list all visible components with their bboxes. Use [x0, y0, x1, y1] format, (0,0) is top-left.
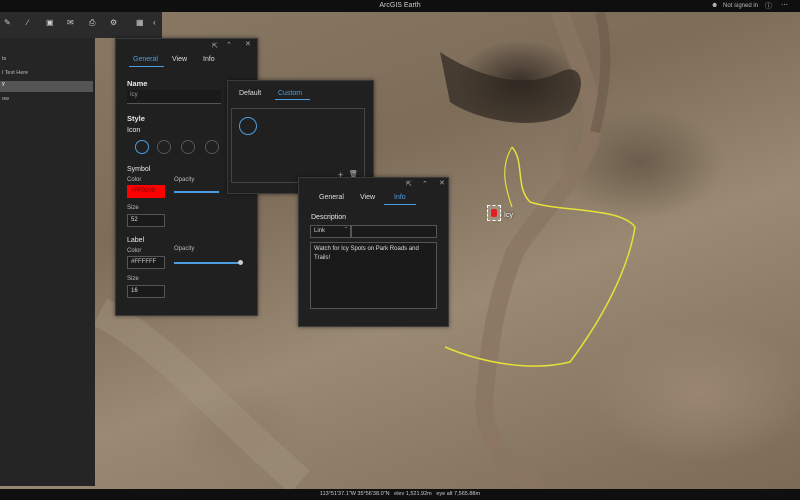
- toolbar: ✎ ∕ ▣ ✉ ⎙ ⚙ ▦ ‹: [0, 12, 162, 38]
- mail-icon[interactable]: ✉: [67, 18, 74, 27]
- icon-option-1[interactable]: [135, 140, 149, 154]
- icon-option-2[interactable]: [157, 140, 171, 154]
- custom-icon-grid: + 🗑: [231, 108, 365, 183]
- custom-icon-selected[interactable]: [239, 117, 257, 135]
- icy-icon: [491, 209, 497, 217]
- user-icon[interactable]: ☻: [711, 2, 718, 9]
- coordinates-readout: 113°51'37.1"W 35°56'38.0"N elev 1,521.92…: [319, 491, 481, 497]
- tab-general[interactable]: General: [319, 194, 344, 201]
- label-opacity-label: Opacity: [174, 246, 195, 252]
- restore-icon[interactable]: ⇱: [212, 42, 218, 50]
- label-color-field[interactable]: #FFFFFF: [127, 256, 165, 269]
- chevron-down-icon: ˇ: [345, 228, 347, 234]
- symbol-opacity-slider[interactable]: [174, 191, 219, 193]
- tab-info[interactable]: Info: [203, 56, 215, 63]
- sidebar-item-4[interactable]: ow: [0, 96, 93, 102]
- sign-in-status[interactable]: Not signed in: [723, 3, 758, 9]
- close-icon[interactable]: ✕: [245, 40, 251, 48]
- help-icon[interactable]: ⓘ: [765, 1, 772, 11]
- symbol-size-stepper[interactable]: 52: [127, 214, 165, 227]
- ruler-icon[interactable]: ∕: [27, 18, 28, 27]
- pencil-icon[interactable]: ✎: [4, 18, 11, 27]
- description-label: Description: [311, 214, 347, 221]
- tab-view[interactable]: View: [172, 56, 187, 63]
- active-tab-indicator: [384, 204, 416, 205]
- menu-icon[interactable]: ⋯: [781, 1, 788, 9]
- format-select-value: Link: [314, 228, 326, 234]
- symbol-size-label: Size: [127, 205, 139, 211]
- style-label: Style: [127, 114, 145, 123]
- icon-option-3[interactable]: [181, 140, 195, 154]
- label-section-title: Label: [127, 237, 145, 244]
- tab-default[interactable]: Default: [239, 90, 261, 97]
- info-panel: ⇱ ⌃ ✕ General View Info Description Link…: [298, 177, 449, 327]
- collapse-icon[interactable]: ⌃: [226, 41, 232, 49]
- name-label: Name: [127, 79, 148, 88]
- app-title: ArcGIS Earth: [379, 2, 421, 9]
- title-bar: ArcGIS Earth ☻ Not signed in ⓘ ⋯: [0, 0, 800, 12]
- collapse-icon[interactable]: ⌃: [422, 180, 428, 188]
- placemark-label: Icy: [504, 212, 513, 219]
- symbol-label: Symbol: [127, 166, 151, 173]
- tab-custom[interactable]: Custom: [278, 90, 302, 97]
- tab-view[interactable]: View: [360, 194, 375, 201]
- status-bar: 113°51'37.1"W 35°56'38.0"N elev 1,521.92…: [0, 489, 800, 500]
- sidebar-item-2[interactable]: l Text Here: [0, 70, 93, 76]
- format-select[interactable]: Link ˇ: [310, 225, 351, 238]
- sidebar-item-1[interactable]: ts: [0, 56, 93, 62]
- symbol-color-label: Color: [127, 177, 142, 183]
- print-icon[interactable]: ⎙: [89, 18, 95, 28]
- sidebar-item-3[interactable]: y: [0, 81, 93, 92]
- name-field[interactable]: Icy: [127, 90, 221, 104]
- active-tab-indicator: [129, 66, 164, 67]
- label-size-stepper[interactable]: 16: [127, 285, 165, 298]
- symbol-opacity-label: Opacity: [174, 177, 195, 183]
- label-size-label: Size: [127, 276, 139, 282]
- grid-icon[interactable]: ▦: [136, 18, 144, 27]
- tab-general[interactable]: General: [133, 56, 158, 63]
- label-opacity-thumb[interactable]: [238, 260, 243, 265]
- restore-icon[interactable]: ⇱: [406, 180, 412, 188]
- symbol-color-swatch[interactable]: #FF0000: [127, 185, 165, 198]
- label-color-label: Color: [127, 248, 142, 254]
- close-icon[interactable]: ✕: [439, 179, 445, 187]
- placemark-marker[interactable]: [487, 205, 501, 221]
- tab-info[interactable]: Info: [394, 194, 406, 201]
- label-opacity-slider[interactable]: [174, 262, 242, 264]
- image-icon[interactable]: ▣: [46, 18, 54, 27]
- link-input[interactable]: [351, 225, 437, 238]
- icon-option-4[interactable]: [205, 140, 219, 154]
- side-panel: ts l Text Here y ow: [0, 38, 95, 486]
- gear-icon[interactable]: ⚙: [110, 18, 117, 27]
- description-textarea[interactable]: Watch for Icy Spots on Park Roads and Tr…: [310, 242, 437, 309]
- active-tab-indicator: [275, 99, 310, 100]
- chevron-left-icon[interactable]: ‹: [153, 18, 156, 27]
- icon-label: Icon: [127, 127, 141, 134]
